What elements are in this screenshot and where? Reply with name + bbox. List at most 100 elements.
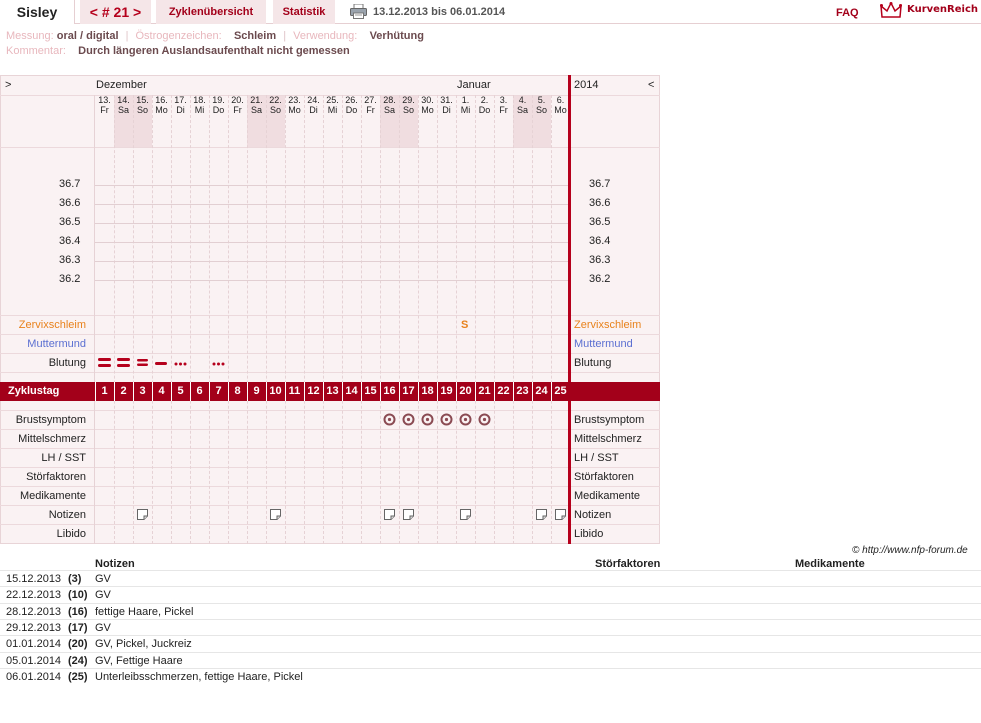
day-header[interactable]: 18. Mi bbox=[190, 95, 209, 115]
weekday-label: Mi bbox=[194, 105, 205, 115]
day-header[interactable]: 19. Do bbox=[209, 95, 228, 115]
tab-statistics[interactable]: Statistik bbox=[273, 0, 335, 24]
note-date: 28.12.2013 bbox=[6, 605, 62, 618]
faq-link[interactable]: FAQ bbox=[836, 7, 859, 19]
day-header[interactable]: 30. Mo bbox=[418, 95, 437, 115]
day-header[interactable]: 17. Di bbox=[171, 95, 190, 115]
grid-line bbox=[285, 95, 286, 544]
scroll-left-button[interactable]: > bbox=[5, 79, 11, 91]
note-icon[interactable] bbox=[536, 509, 547, 520]
day-number: 29. bbox=[402, 95, 415, 105]
note-text: GV bbox=[95, 621, 111, 634]
temperature-grid-line bbox=[95, 280, 569, 281]
copyright-link[interactable]: © http://www.nfp-forum.de bbox=[852, 545, 968, 556]
bleeding-heavy-mark[interactable] bbox=[116, 357, 131, 372]
printer-icon[interactable] bbox=[350, 4, 367, 19]
note-text: GV bbox=[95, 589, 111, 602]
breast-symptom-icon[interactable] bbox=[459, 413, 472, 429]
temperature-label: 36.4 bbox=[589, 235, 611, 247]
weekday-label: Fr bbox=[499, 105, 508, 115]
bleeding-spotting-mark[interactable] bbox=[174, 357, 187, 369]
note-icon[interactable] bbox=[403, 509, 414, 520]
day-header[interactable]: 22. So bbox=[266, 95, 285, 115]
day-number: 2. bbox=[480, 95, 489, 105]
day-header[interactable]: 2. Do bbox=[475, 95, 494, 115]
cycle-day-number: 7 bbox=[215, 385, 222, 397]
day-header[interactable]: 23. Mo bbox=[285, 95, 304, 115]
divider bbox=[152, 382, 153, 401]
bleeding-light-mark[interactable] bbox=[155, 357, 167, 369]
grid-line bbox=[0, 353, 660, 354]
grid-line bbox=[0, 486, 660, 487]
note-icon[interactable] bbox=[460, 509, 471, 520]
note-text: GV bbox=[95, 573, 111, 585]
day-header[interactable]: 4. Sa bbox=[513, 95, 532, 115]
breast-symptom-icon[interactable] bbox=[402, 413, 415, 429]
temperature-label: 36.3 bbox=[589, 254, 611, 266]
notes-table-row: 28.12.2013 (16) fettige Haare, Pickel bbox=[0, 602, 981, 619]
note-icon[interactable] bbox=[384, 509, 395, 520]
notes-table-row: 22.12.2013 (10) GV bbox=[0, 586, 981, 602]
day-number: 26. bbox=[345, 95, 358, 105]
divider bbox=[418, 382, 419, 401]
divider bbox=[494, 382, 495, 401]
grid-line bbox=[532, 95, 533, 544]
brand-logo[interactable]: KurvenReich bbox=[907, 4, 978, 15]
breast-symptom-icon[interactable] bbox=[440, 413, 453, 429]
zervix-mark[interactable]: S bbox=[461, 319, 468, 331]
previous-cycle-button[interactable]: < bbox=[90, 4, 98, 20]
day-header[interactable]: 21. Sa bbox=[247, 95, 266, 115]
day-header[interactable]: 27. Fr bbox=[361, 95, 380, 115]
measurement-info: Messung: oral / digital | Östrogenzeiche… bbox=[6, 30, 424, 42]
day-header[interactable]: 3. Fr bbox=[494, 95, 513, 115]
day-header[interactable]: 29. So bbox=[399, 95, 418, 115]
day-header[interactable]: 15. So bbox=[133, 95, 152, 115]
day-header[interactable]: 25. Mi bbox=[323, 95, 342, 115]
weekday-label: Sa bbox=[516, 105, 528, 115]
grid-line bbox=[323, 95, 324, 544]
grid-line bbox=[475, 95, 476, 544]
day-header[interactable]: 16. Mo bbox=[152, 95, 171, 115]
bleeding-spotting-mark[interactable] bbox=[212, 357, 225, 369]
messung-label: Messung: bbox=[6, 30, 54, 42]
row-label-brustsymptom: Brustsymptom bbox=[574, 414, 645, 426]
next-cycle-button[interactable]: > bbox=[133, 4, 141, 20]
weekday-label: Fr bbox=[366, 105, 375, 115]
grid-line bbox=[0, 467, 660, 468]
cycle-day-number: 23 bbox=[516, 385, 529, 397]
day-header[interactable]: 24. Di bbox=[304, 95, 323, 115]
row-label-notizen: Notizen bbox=[48, 509, 86, 521]
scroll-right-button[interactable]: < bbox=[648, 79, 654, 91]
tab-cycle-overview[interactable]: Zyklenübersicht bbox=[156, 0, 266, 24]
day-header[interactable]: 5. So bbox=[532, 95, 551, 115]
day-header[interactable]: 14. Sa bbox=[114, 95, 133, 115]
day-header[interactable]: 13. Fr bbox=[95, 95, 114, 115]
breast-symptom-icon[interactable] bbox=[383, 413, 396, 429]
cycle-day-number: 10 bbox=[269, 385, 282, 397]
row-label-medikamente: Medikamente bbox=[574, 490, 641, 502]
breast-symptom-icon[interactable] bbox=[478, 413, 491, 429]
weekday-label: Sa bbox=[250, 105, 262, 115]
day-header[interactable]: 28. Sa bbox=[380, 95, 399, 115]
note-date: 22.12.2013 bbox=[6, 589, 62, 602]
bleeding-medium-mark[interactable] bbox=[136, 358, 149, 370]
cycle-day-bar: Zyklustag 1 2 3 4 5 6 7 8 9 10 11 12 13 14 15 16 17 18 19 2… bbox=[0, 382, 660, 401]
day-header[interactable]: 1. Mi bbox=[456, 95, 475, 115]
day-header[interactable]: 26. Do bbox=[342, 95, 361, 115]
temperature-label: 36.7 bbox=[589, 178, 611, 190]
note-icon[interactable] bbox=[137, 509, 148, 520]
note-icon[interactable] bbox=[270, 509, 281, 520]
day-header[interactable]: 31. Di bbox=[437, 95, 456, 115]
grid-line bbox=[0, 505, 660, 506]
bleeding-heavy-mark[interactable] bbox=[97, 357, 112, 372]
divider bbox=[513, 382, 514, 401]
cycle-day-number: 2 bbox=[120, 385, 127, 397]
note-cycle-day: (20) bbox=[68, 638, 88, 651]
cycle-day-number: 3 bbox=[139, 385, 146, 397]
day-number: 22. bbox=[269, 95, 282, 105]
day-header[interactable]: 20. Fr bbox=[228, 95, 247, 115]
note-icon[interactable] bbox=[555, 509, 566, 520]
breast-symptom-icon[interactable] bbox=[421, 413, 434, 429]
day-number: 24. bbox=[307, 95, 320, 105]
grid-line bbox=[418, 95, 419, 544]
